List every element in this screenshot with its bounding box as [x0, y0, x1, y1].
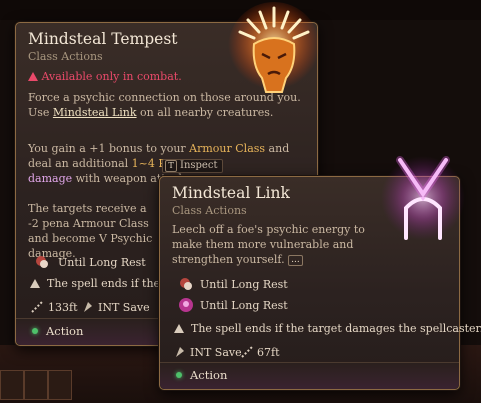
saving-throw: INT Save	[190, 346, 242, 359]
action-cost-label: Action	[190, 368, 228, 382]
spell-title: Mindsteal Tempest	[28, 30, 178, 48]
spell-description: Leech off a foe's psychic energy to make…	[172, 223, 365, 266]
duration-label: Until Long Rest	[58, 256, 146, 269]
save-icon	[84, 302, 92, 312]
warning-icon	[30, 279, 40, 288]
mindsteal-effect-icon	[179, 298, 193, 312]
action-dot-icon	[176, 372, 182, 378]
hotbar-slot[interactable]	[24, 370, 48, 400]
saving-throw: INT Save	[98, 301, 150, 314]
rest-icon	[36, 256, 48, 268]
action-cost-bar: Action	[160, 362, 459, 389]
range-value: 133ft	[48, 301, 78, 314]
warning-icon	[174, 324, 184, 333]
action-cost-label: Action	[46, 324, 84, 338]
range-value: 67ft	[257, 346, 280, 359]
hotbar-slot[interactable]	[48, 370, 72, 400]
range-icon	[241, 346, 253, 358]
spell-end-condition: The spell ends if the target damages the…	[174, 322, 481, 335]
spell-category: Class Actions	[172, 204, 247, 217]
spell-title: Mindsteal Link	[172, 184, 290, 202]
duration-label: Until Long Rest	[200, 278, 288, 291]
mindsteal-link-link[interactable]: Mindsteal Link	[53, 106, 137, 119]
inspect-key: T	[165, 160, 177, 172]
warning-icon	[28, 72, 38, 81]
mindsteal-link-icon	[381, 156, 465, 240]
hotbar-slot[interactable]	[0, 370, 24, 400]
target-effect-text: The targets receive a -2 pena Armour Cla…	[28, 202, 153, 260]
combat-warning: Available only in combat.	[28, 69, 182, 84]
save-icon	[176, 347, 184, 357]
mindsteal-tempest-icon	[228, 2, 320, 94]
range-icon	[31, 301, 43, 313]
action-dot-icon	[32, 328, 38, 334]
inspect-hint[interactable]: T Inspect	[162, 159, 224, 173]
expand-description-button[interactable]: ...	[288, 255, 303, 266]
rest-icon	[180, 278, 192, 290]
armour-class-highlight[interactable]: Armour Class	[189, 142, 265, 155]
spell-category: Class Actions	[28, 50, 103, 63]
duration-label: Until Long Rest	[200, 299, 288, 312]
